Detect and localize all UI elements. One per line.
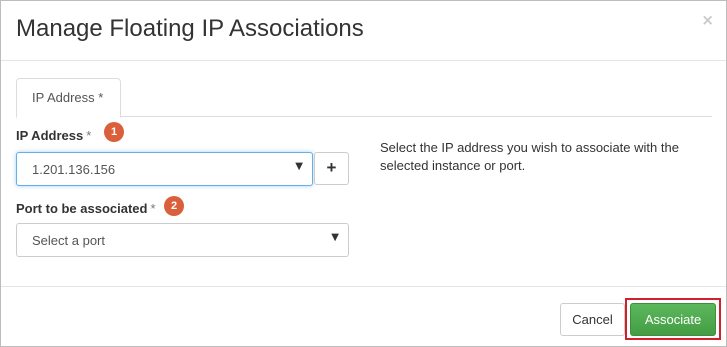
help-text: Select the IP address you wish to associ… <box>380 140 679 173</box>
port-value: Select a port <box>32 233 105 248</box>
port-label: Port to be associated * <box>16 201 156 216</box>
required-mark: * <box>150 201 156 216</box>
port-select[interactable]: Select a port ▼ <box>16 223 349 257</box>
required-mark: * <box>86 128 92 143</box>
ip-address-value: 1.201.136.156 <box>32 162 116 177</box>
cancel-button[interactable]: Cancel <box>560 303 625 336</box>
caret-down-icon: ▼ <box>331 232 339 243</box>
modal-title: Manage Floating IP Associations <box>16 15 364 42</box>
modal-header: Manage Floating IP Associations × <box>1 1 726 61</box>
footer-divider <box>1 286 726 287</box>
step-2-badge: 2 <box>164 196 184 216</box>
floating-ip-modal: Manage Floating IP Associations × IP Add… <box>0 0 727 347</box>
add-ip-button[interactable]: + <box>314 152 349 185</box>
associate-button[interactable]: Associate <box>630 303 716 336</box>
ip-address-label: IP Address * <box>16 128 92 143</box>
tab-required-mark: * <box>98 90 104 105</box>
caret-down-icon: ▼ <box>295 161 303 172</box>
tab-ip-address[interactable]: IP Address * <box>16 78 121 118</box>
ip-address-select[interactable]: 1.201.136.156 ▼ <box>16 152 313 186</box>
tab-label: IP Address <box>32 90 95 105</box>
plus-icon: + <box>326 158 337 177</box>
step-1-badge: 1 <box>104 122 124 142</box>
close-icon[interactable]: × <box>701 11 714 29</box>
tab-bar: IP Address * <box>16 78 712 118</box>
